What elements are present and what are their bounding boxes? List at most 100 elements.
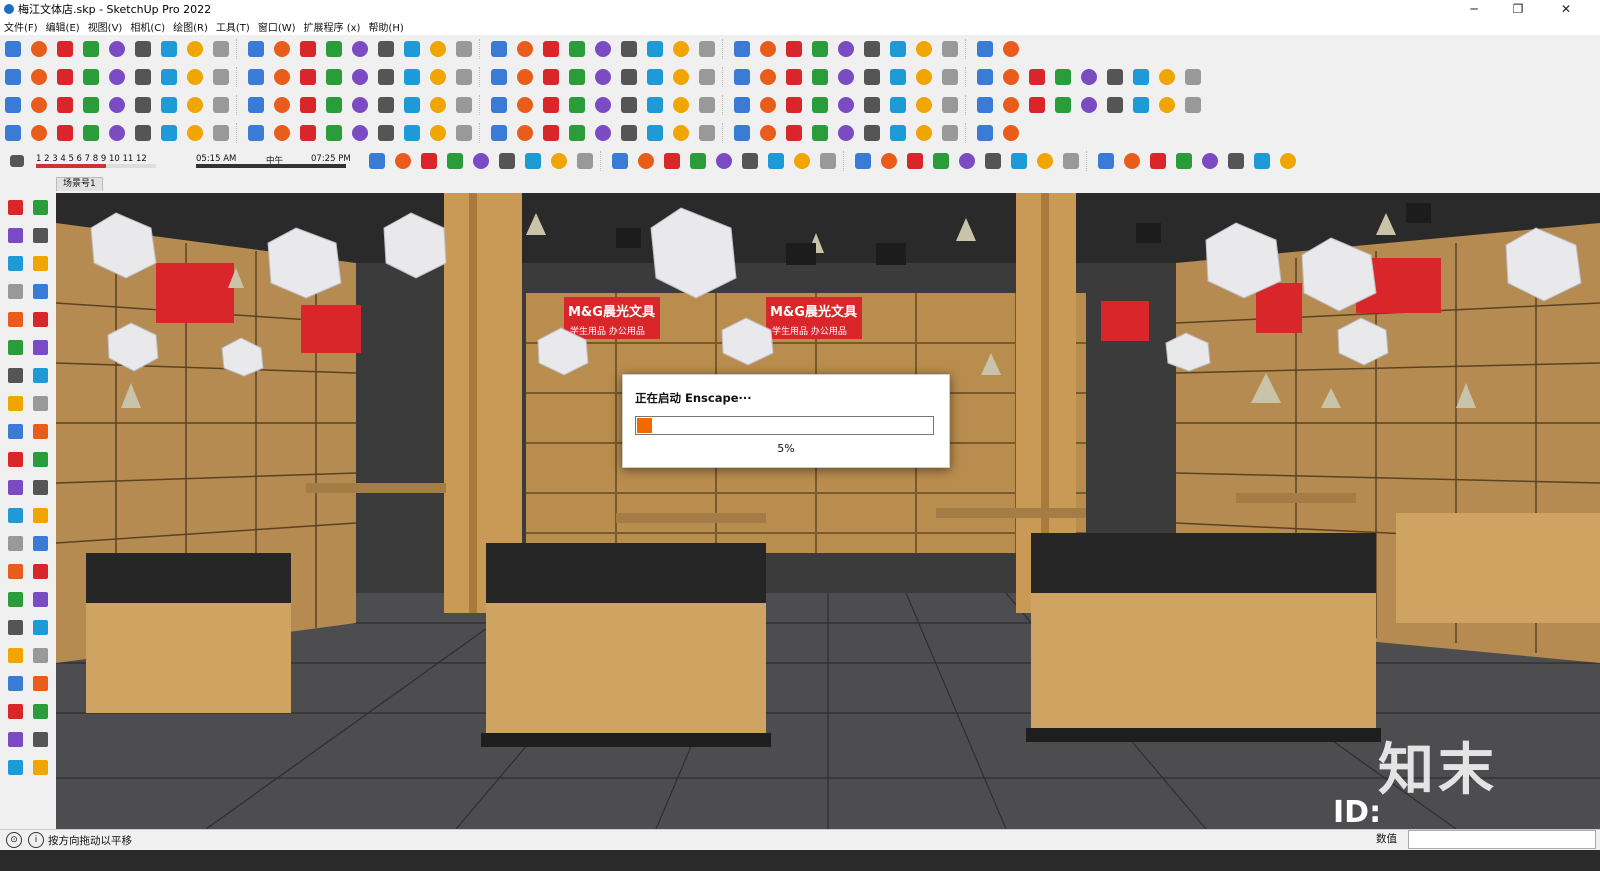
sandbox-tool-icon[interactable] <box>4 728 26 750</box>
rectangle-tool-icon[interactable] <box>4 308 26 330</box>
shadow-toggle-icon[interactable] <box>4 148 30 174</box>
cube-a-icon[interactable] <box>104 64 130 90</box>
circle-v-icon[interactable] <box>616 92 642 118</box>
pencil-icon[interactable] <box>694 64 720 90</box>
panel-icon[interactable] <box>347 92 373 118</box>
box-blue3-icon[interactable] <box>442 148 468 174</box>
enscape-icon[interactable] <box>642 36 668 62</box>
upload-icon[interactable] <box>1128 92 1154 118</box>
menu-help[interactable]: 帮助(H) <box>364 19 407 34</box>
zoom-extents-icon[interactable] <box>590 64 616 90</box>
rotate-icon[interactable] <box>347 64 373 90</box>
wave2-icon[interactable] <box>980 148 1006 174</box>
eraser-tool-icon[interactable] <box>29 224 51 246</box>
close-button[interactable]: ✕ <box>1544 0 1588 18</box>
zoom-tool-icon[interactable] <box>4 616 26 638</box>
flower-icon[interactable] <box>1180 64 1206 90</box>
mesh-icon[interactable] <box>321 92 347 118</box>
globe-blue-icon[interactable] <box>885 120 911 146</box>
freehand-icon[interactable] <box>29 280 51 302</box>
blocks-icon[interactable] <box>295 92 321 118</box>
ring-grey2-icon[interactable] <box>1275 148 1301 174</box>
badge-icon[interactable] <box>937 36 963 62</box>
pyramid-icon[interactable] <box>1145 148 1171 174</box>
look-icon[interactable] <box>642 64 668 90</box>
gear-red-icon[interactable] <box>425 36 451 62</box>
red-cube-icon[interactable] <box>911 36 937 62</box>
polygon-icon[interactable] <box>29 336 51 358</box>
walk-yellow-icon[interactable] <box>321 120 347 146</box>
wheel-icon[interactable] <box>998 36 1024 62</box>
info-icon[interactable]: i <box>28 832 44 848</box>
flower-blue-icon[interactable] <box>1024 92 1050 118</box>
measurements-input[interactable] <box>1408 830 1596 849</box>
menu-window[interactable]: 窗口(W) <box>254 19 300 34</box>
grid-icon[interactable] <box>755 36 781 62</box>
orbit-tool-icon[interactable] <box>4 588 26 610</box>
tag-icon[interactable] <box>486 36 512 62</box>
text-tool-icon[interactable] <box>29 532 51 554</box>
sphere-icon[interactable] <box>451 120 477 146</box>
cut-icon[interactable] <box>78 36 104 62</box>
roof-icon[interactable] <box>737 148 763 174</box>
pan-icon[interactable] <box>512 64 538 90</box>
component-icon[interactable] <box>26 64 52 90</box>
camera-icon[interactable] <box>1128 64 1154 90</box>
dimension-icon[interactable] <box>729 64 755 90</box>
circle-icon[interactable] <box>1076 64 1102 90</box>
trim-icon[interactable] <box>937 64 963 90</box>
pot-icon[interactable] <box>668 92 694 118</box>
grid-blue-icon[interactable] <box>972 120 998 146</box>
rail-icon[interactable] <box>607 148 633 174</box>
stamp-icon[interactable] <box>4 756 26 778</box>
arc3-icon[interactable] <box>29 392 51 414</box>
menu-camera[interactable]: 相机(C) <box>126 19 169 34</box>
lock-icon[interactable] <box>859 92 885 118</box>
point-icon[interactable] <box>295 36 321 62</box>
rotate-tool-icon[interactable] <box>4 448 26 470</box>
layer-sky-icon[interactable] <box>269 64 295 90</box>
cog-icon[interactable] <box>208 92 234 118</box>
stack-blue2-icon[interactable] <box>807 120 833 146</box>
open-icon[interactable] <box>26 36 52 62</box>
walk-icon[interactable] <box>616 64 642 90</box>
text-icon[interactable] <box>781 64 807 90</box>
section-icon[interactable] <box>564 36 590 62</box>
cloud-c-icon[interactable] <box>937 92 963 118</box>
home-icon[interactable] <box>998 64 1024 90</box>
stack-icon[interactable] <box>755 92 781 118</box>
undo-icon[interactable] <box>182 36 208 62</box>
pen-red-icon[interactable] <box>78 120 104 146</box>
check-blue-icon[interactable] <box>911 120 937 146</box>
fence-icon[interactable] <box>1058 148 1084 174</box>
footprint-icon[interactable] <box>668 64 694 90</box>
pencil-tool-icon[interactable] <box>29 252 51 274</box>
arrow-icon[interactable] <box>321 36 347 62</box>
gauge-icon[interactable] <box>1050 92 1076 118</box>
zoom-icon[interactable] <box>538 64 564 90</box>
panel-blue-icon[interactable] <box>998 92 1024 118</box>
hatch-icon[interactable] <box>876 148 902 174</box>
user-icon[interactable] <box>564 120 590 146</box>
followme-icon[interactable] <box>373 64 399 90</box>
zoom-window-tool-icon[interactable] <box>29 616 51 638</box>
menu-view[interactable]: 视图(V) <box>84 19 127 34</box>
arc-tool-icon[interactable] <box>4 364 26 386</box>
cube-icon[interactable] <box>668 36 694 62</box>
refresh-icon[interactable] <box>26 92 52 118</box>
orbit-red-icon[interactable] <box>347 120 373 146</box>
pushpull-red-icon[interactable] <box>243 120 269 146</box>
move-icon[interactable] <box>295 64 321 90</box>
rect-icon[interactable] <box>1102 64 1128 90</box>
sandbox-icon[interactable] <box>1024 64 1050 90</box>
line-icon[interactable] <box>347 36 373 62</box>
window-icon[interactable] <box>807 92 833 118</box>
gear-blue-icon[interactable] <box>833 120 859 146</box>
move-red-icon[interactable] <box>156 120 182 146</box>
select-tool-icon[interactable] <box>4 196 26 218</box>
extents-icon[interactable] <box>425 120 451 146</box>
scene-tab[interactable]: 场景号1 <box>56 177 103 191</box>
menu-draw[interactable]: 绘图(R) <box>169 19 212 34</box>
paste-icon[interactable] <box>130 36 156 62</box>
menu-edit[interactable]: 编辑(E) <box>42 19 84 34</box>
